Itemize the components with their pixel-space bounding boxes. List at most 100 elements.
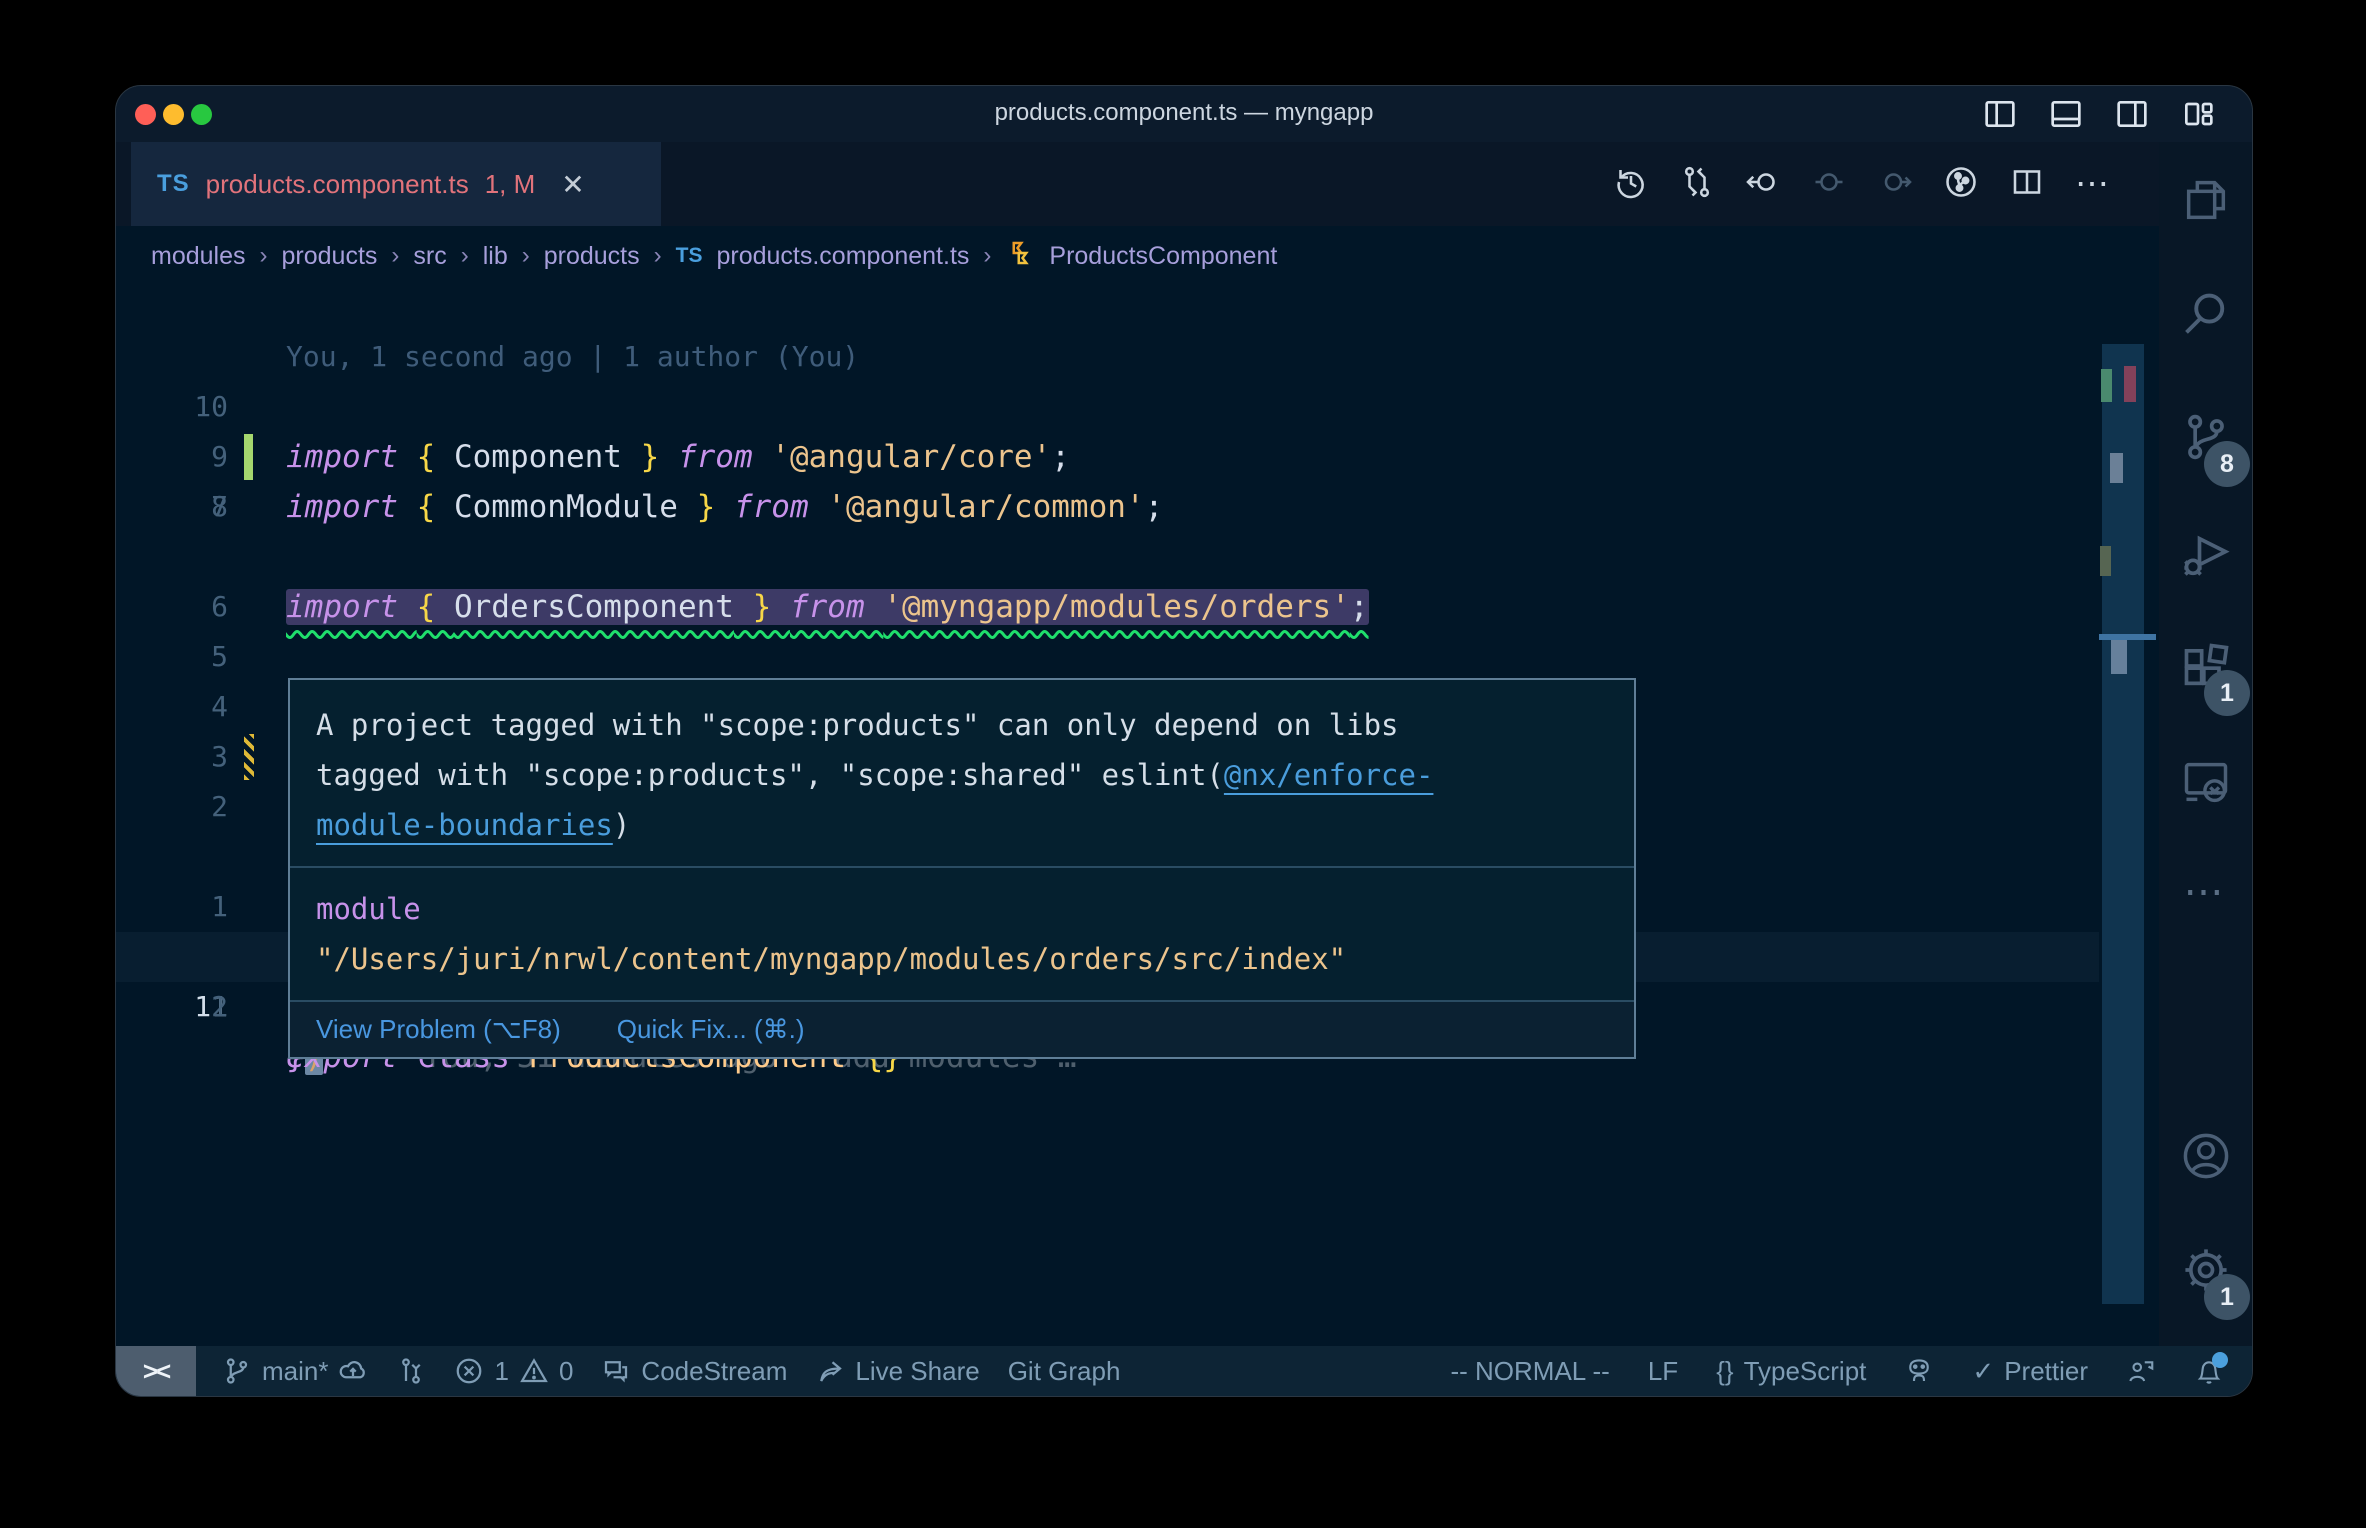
prettier-item[interactable]: ✓ Prettier <box>1972 1356 2088 1387</box>
source-control-graph-icon[interactable] <box>1943 164 1979 205</box>
eol-indicator[interactable]: LF <box>1648 1356 1678 1387</box>
language-mode-item[interactable]: {} TypeScript <box>1716 1356 1866 1387</box>
git-branch-item[interactable]: main* <box>222 1356 368 1387</box>
line-number: 7 <box>211 490 228 523</box>
notification-dot <box>2212 1352 2228 1368</box>
view-problem-link[interactable]: View Problem (⌥F8) <box>316 1014 561 1045</box>
class-symbol-icon <box>1005 238 1035 275</box>
git-branch-icon <box>226 1358 248 1384</box>
eslint-rule-link[interactable]: module-boundaries <box>316 808 613 842</box>
activity-bar: 8 1 ⋯ 1 <box>2159 142 2252 1346</box>
overview-cursor-line <box>2099 634 2156 640</box>
check-icon: ✓ <box>1972 1355 1995 1386</box>
status-bar: >< main* 1 0 CodeStream Live Share Git G… <box>116 1346 2252 1396</box>
breadcrumb-src[interactable]: src <box>413 242 446 271</box>
line-number: 2 <box>211 990 228 1023</box>
remote-explorer-icon[interactable] <box>2159 734 2252 830</box>
breadcrumb-modules[interactable]: modules <box>151 242 246 271</box>
overview-added-mark <box>2101 369 2112 402</box>
module-info: module "/Users/juri/nrwl/content/myngapp… <box>316 892 1347 976</box>
live-share-item[interactable]: Live Share <box>815 1356 980 1387</box>
extensions-icon[interactable]: 1 <box>2159 618 2252 716</box>
breadcrumb-file[interactable]: products.component.ts <box>716 242 969 271</box>
remote-indicator[interactable]: >< <box>116 1346 196 1396</box>
breadcrumb-symbol[interactable]: ProductsComponent <box>1049 242 1277 271</box>
additional-views-icon[interactable]: ⋯ <box>2159 844 2252 940</box>
line-number: 4 <box>211 690 228 723</box>
extensions-badge: 1 <box>2204 670 2250 716</box>
eslint-rule-link[interactable]: @nx/enforce- <box>1224 758 1434 792</box>
gutter-added-indicator <box>244 434 253 480</box>
braces-icon: {} <box>1716 1355 1734 1386</box>
gitlens-compare-item[interactable] <box>396 1356 426 1386</box>
split-editor-icon[interactable] <box>2009 164 2045 205</box>
toggle-secondary-sidebar-icon[interactable] <box>2112 94 2152 139</box>
chevron-right-icon: › <box>983 242 992 269</box>
chevron-right-icon: › <box>521 242 530 269</box>
breadcrumb-products[interactable]: products <box>282 242 378 271</box>
toggle-primary-sidebar-icon[interactable] <box>1980 94 2020 139</box>
run-debug-icon[interactable] <box>2159 508 2252 604</box>
code-line: 10 import { Component } from '@angular/c… <box>116 332 2159 475</box>
overview-modified-mark <box>2100 546 2111 576</box>
codestream-icon <box>605 1361 628 1383</box>
scrollbar-thumb[interactable] <box>2102 344 2144 1304</box>
github-octoface-icon <box>1909 1359 1930 1382</box>
error-icon <box>457 1358 482 1384</box>
compare-changes-icon[interactable] <box>1679 164 1715 205</box>
error-hover-popup: A project tagged with "scope:products" c… <box>288 678 1636 1059</box>
code-line-error: 8 import { OrdersComponent } from '@myng… <box>116 432 2159 625</box>
github-item[interactable] <box>1904 1356 1934 1386</box>
line-number: 3 <box>211 740 228 773</box>
chevron-right-icon: › <box>460 242 469 269</box>
vim-mode-indicator[interactable]: -- NORMAL -- <box>1450 1356 1609 1387</box>
source-control-icon[interactable]: 8 <box>2159 389 2252 487</box>
chevron-right-icon: › <box>653 242 662 269</box>
explorer-icon[interactable] <box>2159 152 2252 248</box>
customize-layout-icon[interactable] <box>2178 94 2218 139</box>
titlebar: products.component.ts — myngapp <box>116 86 2252 142</box>
source-control-badge: 8 <box>2204 441 2250 487</box>
breadcrumb: modules › products › src › lib › product… <box>116 226 2159 286</box>
tab-bar: TS products.component.ts 1, M ✕ ⋯ <box>116 142 2252 226</box>
line-number: 6 <box>211 590 228 623</box>
ts-file-icon: TS <box>157 170 190 197</box>
timeline-history-icon[interactable] <box>1613 164 1649 205</box>
settings-gear-icon[interactable]: 1 <box>2159 1222 2252 1320</box>
more-actions-icon[interactable]: ⋯ <box>2075 166 2112 202</box>
overview-error-mark <box>2124 366 2136 402</box>
live-share-icon <box>820 1361 843 1382</box>
line-number: 5 <box>211 640 228 673</box>
chevron-right-icon: › <box>391 242 400 269</box>
close-tab-icon[interactable]: ✕ <box>561 168 584 201</box>
window-title: products.component.ts — myngapp <box>994 99 1374 126</box>
git-graph-item[interactable]: Git Graph <box>1008 1356 1121 1387</box>
breadcrumb-products-2[interactable]: products <box>544 242 640 271</box>
compare-refs-icon <box>402 1358 422 1384</box>
previous-change-icon[interactable] <box>1811 164 1847 205</box>
codestream-item[interactable]: CodeStream <box>601 1356 787 1387</box>
tab-problem-badge: 1, M <box>484 168 536 199</box>
code-editor[interactable]: You, 1 second ago | 1 author (You) 10 im… <box>116 286 2159 1346</box>
search-icon[interactable] <box>2159 266 2252 362</box>
problems-item[interactable]: 1 0 <box>454 1356 573 1387</box>
settings-badge: 1 <box>2204 1274 2250 1320</box>
scrollbar[interactable] <box>2099 286 2159 1346</box>
chevron-right-icon: › <box>259 242 268 269</box>
account-icon[interactable] <box>2159 1108 2252 1204</box>
gutter-modified-indicator <box>244 734 254 780</box>
navigate-back-icon[interactable] <box>1745 164 1781 205</box>
overview-selection-mark <box>2110 453 2123 483</box>
toggle-panel-icon[interactable] <box>2046 94 2086 139</box>
reviewer-item[interactable] <box>2126 1356 2156 1386</box>
next-change-icon[interactable] <box>1877 164 1913 205</box>
code-line: 9 import { CommonModule } from '@angular… <box>116 382 2159 525</box>
warning-icon <box>520 1358 548 1383</box>
overview-cursor-mark <box>2111 640 2127 674</box>
breadcrumb-lib[interactable]: lib <box>483 242 508 271</box>
quick-fix-link[interactable]: Quick Fix... (⌘.) <box>617 1014 805 1045</box>
ts-file-icon: TS <box>675 244 703 267</box>
tab-products-component[interactable]: TS products.component.ts 1, M ✕ <box>131 142 661 226</box>
notifications-item[interactable] <box>2194 1352 2228 1386</box>
error-message: A project tagged with "scope:products" c… <box>316 708 1434 842</box>
